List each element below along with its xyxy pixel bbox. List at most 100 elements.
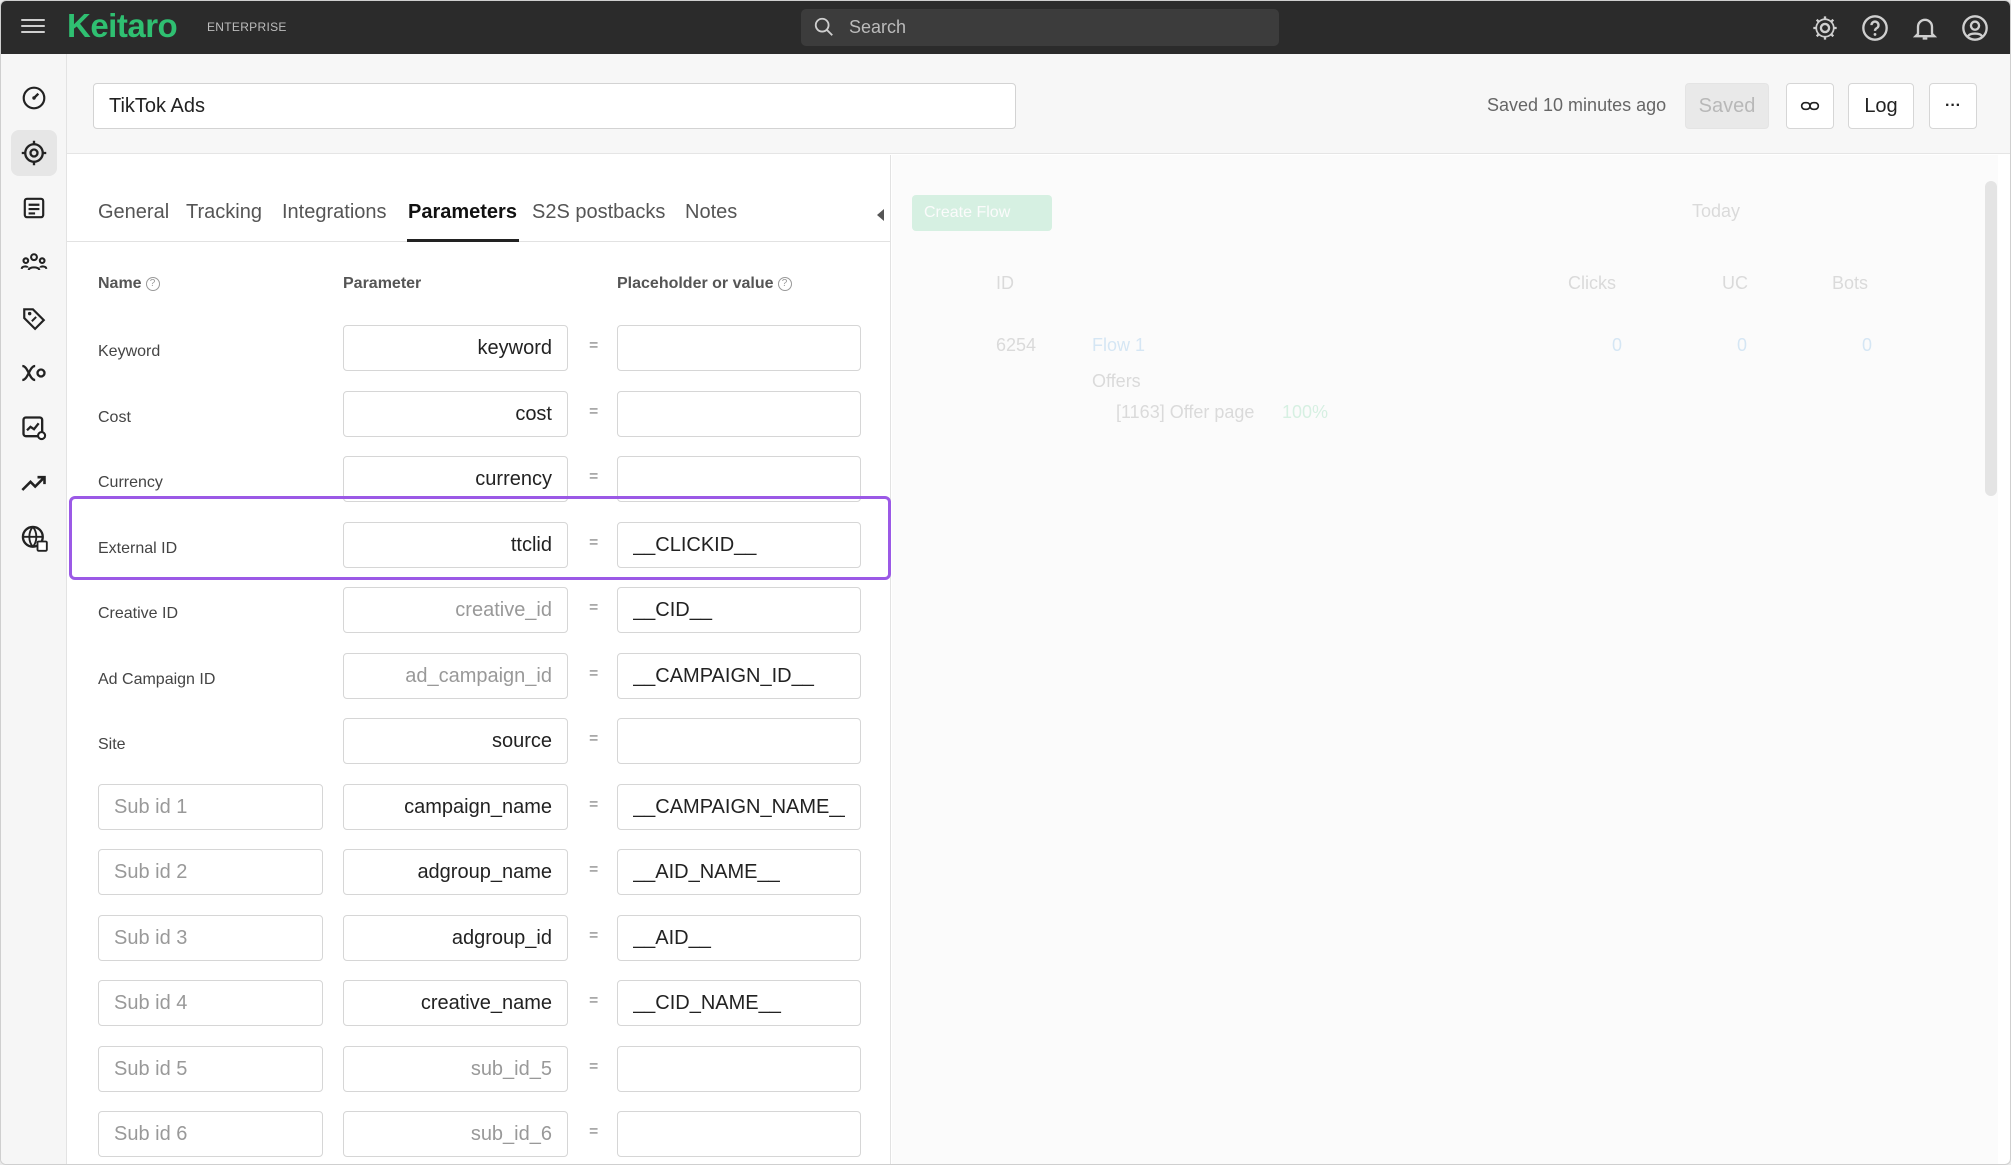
- date-filter[interactable]: Today: [1692, 201, 1740, 222]
- collapse-panel-icon[interactable]: [877, 209, 884, 221]
- parameter-input[interactable]: [343, 980, 568, 1026]
- row-name-label: Site: [98, 736, 126, 753]
- equals-sign: =: [589, 665, 599, 682]
- equals-sign: =: [589, 468, 599, 485]
- tab-notes[interactable]: Notes: [685, 201, 737, 224]
- sidebar-item-reports[interactable]: [11, 405, 57, 451]
- sub-id-name-input[interactable]: [98, 980, 323, 1026]
- col-bots: Bots: [1832, 273, 1869, 293]
- campaign-header: Saved 10 minutes ago Saved Log ···: [67, 54, 2010, 154]
- flows-icon: [22, 364, 46, 382]
- placeholder-value-input[interactable]: [617, 980, 861, 1026]
- scrollbar[interactable]: [1985, 181, 1997, 496]
- parameter-input[interactable]: [343, 915, 568, 961]
- placeholder-value-input[interactable]: [617, 915, 861, 961]
- parameter-input[interactable]: [343, 325, 568, 371]
- flow-clicks: 0: [1612, 335, 1623, 355]
- sub-id-name-input[interactable]: [98, 784, 323, 830]
- placeholder-value-input[interactable]: [617, 325, 861, 371]
- sub-id-name-input[interactable]: [98, 849, 323, 895]
- tab-parameters[interactable]: Parameters: [408, 201, 517, 224]
- equals-sign: =: [589, 796, 599, 813]
- sub-id-name-input[interactable]: [98, 915, 323, 961]
- parameter-input[interactable]: [343, 522, 568, 568]
- placeholder-value-input[interactable]: [617, 522, 861, 568]
- column-header-name-label: Name: [98, 275, 142, 292]
- menu-icon[interactable]: [21, 15, 45, 39]
- sidebar-item-landings[interactable]: [11, 185, 57, 231]
- row-name-label: Cost: [98, 409, 131, 426]
- create-flow-button[interactable]: Create Flow: [912, 195, 1052, 231]
- copy-link-button[interactable]: [1786, 83, 1834, 129]
- campaign-settings-panel: General Tracking Integrations Parameters…: [67, 155, 891, 1164]
- equals-sign: =: [589, 861, 599, 878]
- logo[interactable]: Keitaro: [67, 7, 178, 45]
- help-icon[interactable]: ?: [777, 276, 792, 291]
- flow-id: 6254: [996, 335, 1037, 355]
- saved-button[interactable]: Saved: [1685, 83, 1769, 129]
- top-bar: Keitaro ENTERPRISE: [1, 1, 2010, 54]
- search-icon: [814, 17, 833, 36]
- parameter-input[interactable]: [343, 653, 568, 699]
- parameter-input[interactable]: [343, 456, 568, 502]
- sidebar-item-flows[interactable]: [11, 350, 57, 396]
- column-header-name: Name?: [98, 275, 160, 293]
- placeholder-value-input[interactable]: [617, 391, 861, 437]
- placeholder-value-input[interactable]: [617, 718, 861, 764]
- equals-sign: =: [589, 599, 599, 616]
- placeholder-value-input[interactable]: [617, 849, 861, 895]
- tab-tracking[interactable]: Tracking: [186, 201, 262, 224]
- help-icon[interactable]: ?: [145, 276, 160, 291]
- placeholder-value-input[interactable]: [617, 587, 861, 633]
- parameter-input[interactable]: [343, 784, 568, 830]
- sidebar-item-affiliate-networks[interactable]: [11, 240, 57, 286]
- more-actions-button[interactable]: ···: [1929, 83, 1977, 129]
- col-clicks: Clicks: [1568, 273, 1616, 293]
- tab-s2s-postbacks[interactable]: S2S postbacks: [532, 201, 665, 224]
- placeholder-value-input[interactable]: [617, 784, 861, 830]
- offer-share: 100%: [1282, 402, 1329, 422]
- search-box[interactable]: [801, 9, 1279, 46]
- parameter-input[interactable]: [343, 1111, 568, 1157]
- trends-icon: [21, 475, 46, 491]
- sidebar-item-dashboard[interactable]: [11, 75, 57, 121]
- sub-id-name-input[interactable]: [98, 1111, 323, 1157]
- parameter-input[interactable]: [343, 587, 568, 633]
- flow-name[interactable]: Flow 1: [1092, 335, 1145, 356]
- parameter-input[interactable]: [343, 391, 568, 437]
- log-button[interactable]: Log: [1848, 83, 1914, 129]
- row-name-label: Creative ID: [98, 605, 179, 622]
- parameter-input[interactable]: [343, 1046, 568, 1092]
- sidebar-item-trends[interactable]: [11, 460, 57, 506]
- settings-tabs: General Tracking Integrations Parameters…: [67, 155, 891, 242]
- col-id: ID: [996, 273, 1014, 293]
- affiliate-networks-icon: [20, 253, 48, 271]
- placeholder-value-input[interactable]: [617, 456, 861, 502]
- edition-label: ENTERPRISE: [207, 20, 287, 34]
- column-header-value: Placeholder or value?: [617, 275, 792, 293]
- campaign-name-input[interactable]: [93, 83, 1016, 129]
- link-icon: [1800, 101, 1820, 111]
- flow-uc: 0: [1737, 335, 1748, 355]
- parameter-input[interactable]: [343, 849, 568, 895]
- profile-icon[interactable]: [1961, 14, 1989, 42]
- placeholder-value-input[interactable]: [617, 1046, 861, 1092]
- sidebar-item-domains[interactable]: [11, 515, 57, 561]
- sidebar-item-offers[interactable]: [11, 295, 57, 341]
- equals-sign: =: [589, 403, 599, 420]
- sub-id-name-input[interactable]: [98, 1046, 323, 1092]
- settings-icon[interactable]: [1811, 14, 1839, 42]
- landings-icon: [23, 197, 45, 219]
- row-name-label: Currency: [98, 474, 163, 491]
- placeholder-value-input[interactable]: [617, 653, 861, 699]
- help-icon[interactable]: [1861, 14, 1889, 42]
- parameter-input[interactable]: [343, 718, 568, 764]
- tab-general[interactable]: General: [98, 201, 169, 224]
- reports-icon: [22, 416, 47, 441]
- placeholder-value-input[interactable]: [617, 1111, 861, 1157]
- search-input[interactable]: [849, 9, 1269, 46]
- equals-sign: =: [589, 534, 599, 551]
- tab-integrations[interactable]: Integrations: [282, 201, 387, 224]
- notifications-icon[interactable]: [1911, 14, 1939, 42]
- sidebar-item-campaigns[interactable]: [11, 130, 57, 176]
